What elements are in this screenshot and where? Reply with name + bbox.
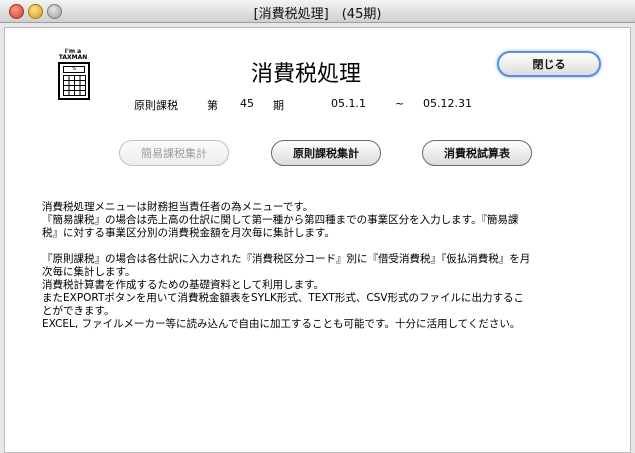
calculator-keys	[63, 75, 86, 96]
date-separator: ~	[395, 97, 405, 110]
term-label: 第	[207, 99, 218, 112]
desc-line: 税』に対する事業区分別の消費税金額を月次毎に集計します。	[42, 227, 335, 239]
description-text: 消費税処理メニューは財務担当責任者の為メニューです。 『簡易課税』の場合は売上高…	[42, 201, 612, 331]
tax-trial-balance-button[interactable]: 消費税試算表	[422, 140, 532, 166]
desc-line: 次毎に集計します。	[42, 266, 136, 278]
logo-line2: TAXMAN	[58, 54, 88, 61]
main-panel: I'm a TAXMAN % 消費税処理 閉じる 原則課税 第 45 期 05.…	[4, 27, 631, 453]
date-to: 05.12.31	[423, 97, 472, 110]
term-unit: 期	[273, 99, 284, 112]
desc-line: とができます。	[42, 305, 115, 317]
desc-line: 『原則課税』の場合は各仕訳に入力された『消費税区分コード』別に『借受消費税』『仮…	[42, 253, 531, 265]
close-button[interactable]: 閉じる	[497, 51, 601, 77]
simple-tax-summary-button[interactable]: 簡易課税集計	[119, 140, 229, 166]
calculator-icon: %	[58, 62, 90, 100]
desc-line: またEXPORTボタンを用いて消費税金額表をSYLK形式、TEXT形式、CSV形…	[42, 292, 525, 304]
desc-line: 消費税処理メニューは財務担当責任者の為メニューです。	[42, 201, 314, 213]
calculator-screen: %	[63, 66, 85, 73]
title-bar[interactable]: [消費税処理] (45期)	[0, 0, 635, 23]
app-window: [消費税処理] (45期) I'm a TAXMAN % 消費税処理 閉じる 原…	[0, 0, 635, 453]
desc-line: 消費税計算書を作成するための基礎資料として利用します。	[42, 279, 325, 291]
principle-tax-summary-button[interactable]: 原則課税集計	[271, 140, 381, 166]
taxman-logo: I'm a TAXMAN %	[54, 48, 92, 100]
desc-line: EXCEL, ファイルメーカー等に読み込んで自由に加工することも可能です。十分に…	[42, 318, 521, 330]
page-title: 消費税処理	[251, 62, 362, 87]
desc-line: 『簡易課税』の場合は売上高の仕訳に関して第一種から第四種までの事業区分を入力しま…	[42, 214, 519, 226]
tax-method-label: 原則課税	[134, 99, 178, 112]
window-title: [消費税処理] (45期)	[253, 7, 382, 22]
date-from: 05.1.1	[331, 97, 366, 110]
term-value: 45	[240, 97, 254, 110]
